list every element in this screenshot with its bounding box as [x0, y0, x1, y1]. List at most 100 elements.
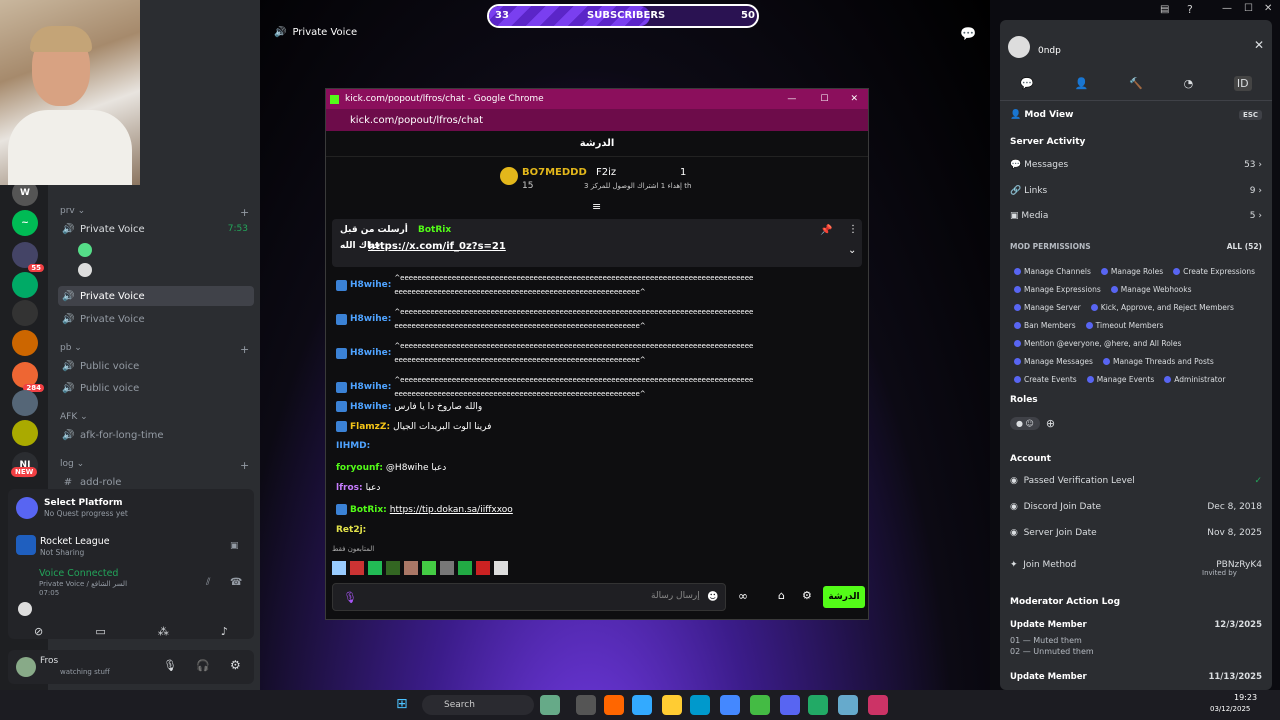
- gear-icon[interactable]: ⚙: [802, 589, 812, 602]
- activity-row[interactable]: 💬 Messages 53 ›: [1010, 160, 1262, 170]
- channel-private-voice[interactable]: 🔊 Private Voice 7:53: [58, 219, 254, 239]
- channel-private-voice[interactable]: 🔊 Private Voice: [58, 309, 254, 329]
- soundboard-icon[interactable]: ♪: [221, 625, 228, 638]
- emote[interactable]: [494, 561, 508, 575]
- mod-permissions-row[interactable]: MOD PERMISSIONS ALL (52): [1010, 242, 1262, 251]
- chevron-down-icon[interactable]: ⌄: [848, 245, 856, 256]
- hammer-icon[interactable]: 🔨: [1129, 77, 1143, 90]
- category-pb[interactable]: pb ⌄ +: [60, 343, 249, 356]
- plus-icon[interactable]: +: [240, 343, 249, 356]
- help-icon[interactable]: ?: [1187, 3, 1193, 16]
- discord-icon[interactable]: [780, 695, 800, 715]
- camera-off-icon[interactable]: ⊘: [34, 625, 43, 638]
- chat-username[interactable]: H8wihe:: [350, 382, 391, 392]
- maximize-icon[interactable]: ☐: [1244, 3, 1253, 14]
- chat-username[interactable]: IIHMD:: [336, 441, 370, 451]
- log-entry[interactable]: Update Member 12/3/2025: [1010, 620, 1262, 630]
- taskbar-app-icon[interactable]: [576, 695, 596, 715]
- pin-icon[interactable]: 📌: [820, 225, 832, 236]
- taskbar-app-icon[interactable]: [868, 695, 888, 715]
- taskbar-app-icon[interactable]: [808, 695, 828, 715]
- channel-public-voice[interactable]: 🔊 Public voice: [58, 356, 254, 376]
- taskbar-app-icon[interactable]: [540, 695, 560, 715]
- minimize-icon[interactable]: —: [787, 94, 796, 104]
- emote[interactable]: [386, 561, 400, 575]
- taskbar-search[interactable]: Search: [422, 695, 534, 715]
- chat-username[interactable]: BotRix:: [350, 505, 387, 515]
- server-icon[interactable]: 55: [12, 242, 44, 272]
- channel-public-voice[interactable]: 🔊 Public voice: [58, 378, 254, 398]
- chat-username[interactable]: H8wihe:: [350, 402, 391, 412]
- chat-input[interactable]: 🎙 إرسال رسالة ☻: [332, 583, 726, 611]
- server-icon[interactable]: [12, 300, 38, 326]
- headphones-icon[interactable]: 🎧: [196, 659, 210, 672]
- pinned-link[interactable]: https://x.com/if_0z?s=21: [368, 241, 506, 252]
- chrome-icon[interactable]: [750, 695, 770, 715]
- id-icon[interactable]: ID: [1233, 75, 1252, 91]
- server-icon[interactable]: [12, 390, 38, 416]
- emote[interactable]: [350, 561, 364, 575]
- server-icon[interactable]: [12, 272, 38, 298]
- quest-title[interactable]: Select Platform: [44, 498, 123, 508]
- emote[interactable]: [404, 561, 418, 575]
- folder-icon[interactable]: [662, 695, 682, 715]
- top-gifter-2[interactable]: F2iz: [596, 167, 616, 178]
- taskbar-app-icon[interactable]: [838, 695, 858, 715]
- emoji-icon[interactable]: ☻: [707, 590, 718, 603]
- channel-afk[interactable]: 🔊 afk-for-long-time: [58, 425, 254, 445]
- log-entry[interactable]: Update Member 11/13/2025: [1010, 672, 1262, 682]
- category-afk[interactable]: AFK ⌄: [60, 412, 88, 422]
- close-icon[interactable]: ✕: [850, 94, 858, 104]
- edge-icon[interactable]: [690, 695, 710, 715]
- plus-icon[interactable]: +: [240, 206, 249, 219]
- windows-start-icon[interactable]: ⊞: [396, 696, 408, 712]
- emote[interactable]: [440, 561, 454, 575]
- top-gifter-1[interactable]: BO7MEDDD: [522, 167, 587, 178]
- emote[interactable]: [458, 561, 472, 575]
- stream-screen-icon[interactable]: ▣: [230, 541, 239, 551]
- store-icon[interactable]: [720, 695, 740, 715]
- taskbar-app-icon[interactable]: [604, 695, 624, 715]
- disconnect-icon[interactable]: ☎: [230, 577, 242, 588]
- close-icon[interactable]: ✕: [1264, 3, 1272, 14]
- chat-send-button[interactable]: الدرشة: [823, 586, 865, 608]
- avatar[interactable]: [78, 263, 92, 277]
- chat-username[interactable]: lfros:: [336, 483, 363, 493]
- activities-icon[interactable]: ⁂: [158, 625, 169, 638]
- channel-private-voice-active[interactable]: 🔊 Private Voice: [58, 286, 254, 306]
- all-permissions-link[interactable]: ALL (52): [1227, 242, 1262, 251]
- minimize-icon[interactable]: —: [1222, 3, 1232, 14]
- message-icon[interactable]: 💬: [1020, 77, 1034, 90]
- add-role-icon[interactable]: ⊕: [1046, 417, 1055, 430]
- activity-row[interactable]: 🔗 Links 9 ›: [1010, 186, 1262, 196]
- maximize-icon[interactable]: ☐: [820, 94, 828, 104]
- more-icon[interactable]: ⋮: [848, 224, 858, 235]
- server-icon[interactable]: [12, 420, 38, 446]
- microphone-icon[interactable]: 🎙: [163, 659, 177, 672]
- chat-username[interactable]: FlamzZ:: [350, 422, 390, 432]
- chat-username[interactable]: Ret2j:: [336, 525, 366, 535]
- chat-bubble-icon[interactable]: 💬: [960, 27, 976, 42]
- emote[interactable]: [422, 561, 436, 575]
- user-icon[interactable]: 👤: [1075, 77, 1089, 90]
- role-chip[interactable]: ● ☺: [1010, 417, 1040, 430]
- microphone-icon[interactable]: 🎙: [343, 591, 357, 604]
- store-icon[interactable]: ⌂: [778, 589, 785, 602]
- avatar[interactable]: [78, 243, 92, 257]
- chat-username[interactable]: H8wihe:: [350, 280, 391, 290]
- user-avatar[interactable]: [16, 657, 36, 677]
- chat-username[interactable]: H8wihe:: [350, 348, 391, 358]
- chat-text[interactable]: https://tip.dokan.sa/iiffxxoo: [390, 505, 513, 515]
- voice-status[interactable]: Voice Connected: [39, 568, 118, 579]
- collapse-icon[interactable]: ≡: [592, 200, 601, 213]
- chat-username[interactable]: H8wihe:: [350, 314, 391, 324]
- address-bar[interactable]: kick.com/popout/lfros/chat: [326, 109, 868, 131]
- taskbar-app-icon[interactable]: [632, 695, 652, 715]
- server-icon[interactable]: 284: [12, 362, 44, 392]
- infinity-icon[interactable]: ∞: [738, 589, 748, 603]
- plus-icon[interactable]: +: [240, 459, 249, 472]
- category-log[interactable]: log ⌄ +: [60, 459, 249, 472]
- server-icon[interactable]: ~: [12, 210, 38, 236]
- noise-suppression-icon[interactable]: ⫽: [206, 577, 210, 588]
- emote[interactable]: [332, 561, 346, 575]
